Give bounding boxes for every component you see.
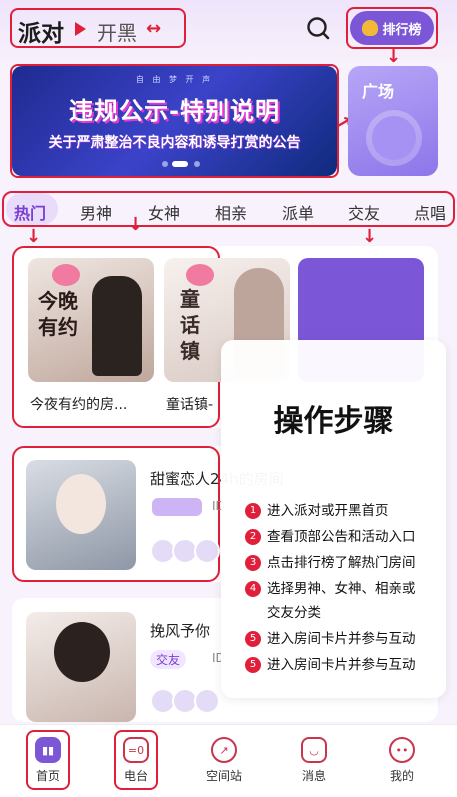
annotation-arrow-tabs-2: ↓ (128, 214, 144, 235)
annotation-box-tabs (2, 191, 455, 227)
room-thumbnail[interactable]: 今晚有约 (28, 258, 154, 382)
nav-label: 消息 (301, 769, 326, 783)
heart-icon (52, 264, 80, 286)
annotation-box-nav-radio (114, 730, 158, 790)
profile-icon: •• (389, 737, 415, 763)
steps-title: 操作步骤 (273, 404, 394, 439)
annotation-arrow-title: ↔ (146, 18, 162, 39)
room-thumbnail[interactable] (26, 612, 136, 722)
planet-icon (372, 116, 416, 160)
annotation-arrow-ranking: ↓ (386, 46, 402, 67)
room-tag-badge (152, 498, 202, 516)
room-tag-badge: 交友 (150, 650, 187, 669)
search-icon[interactable] (305, 15, 331, 41)
message-icon: ◡ (301, 737, 327, 763)
room-thumbnail[interactable] (26, 460, 136, 570)
room-title[interactable]: 挽风予你 (150, 620, 210, 641)
nav-label: 我的 (389, 769, 414, 783)
avatar (194, 538, 220, 564)
room-photo (54, 622, 110, 682)
nav-label: 空间站 (205, 769, 242, 783)
annotation-arrow-tabs-3: ↓ (362, 226, 378, 247)
square-entry[interactable]: 广场 (348, 66, 438, 176)
annotation-box-ranking (346, 7, 438, 49)
room-photo (92, 276, 142, 376)
heart-icon (186, 264, 214, 286)
room-photo (56, 474, 106, 534)
annotation-box-banner (10, 64, 339, 178)
nav-profile[interactable]: •• 我的 (372, 731, 432, 784)
nav-messages[interactable]: ◡ 消息 (284, 731, 344, 784)
room-title[interactable]: 今夜有约的房... (30, 394, 127, 414)
annotation-arrow-tabs-1: ↓ (26, 226, 42, 247)
nav-space-station[interactable]: ↗ 空间站 (194, 731, 254, 784)
room-title[interactable]: 童话镇- (166, 394, 213, 414)
compass-icon: ↗ (211, 737, 237, 763)
square-label: 广场 (362, 82, 395, 101)
thumb-text: 童话镇 (180, 287, 200, 363)
thumb-text: 今晚有约 (38, 289, 78, 339)
avatar (194, 688, 220, 714)
steps-overlay: 操作步骤 1 进入派对或开黑首页 2 查看顶部公告和活动入口 3 点击排行榜了解热门房… (221, 340, 446, 698)
annotation-box-nav-home (26, 730, 70, 790)
